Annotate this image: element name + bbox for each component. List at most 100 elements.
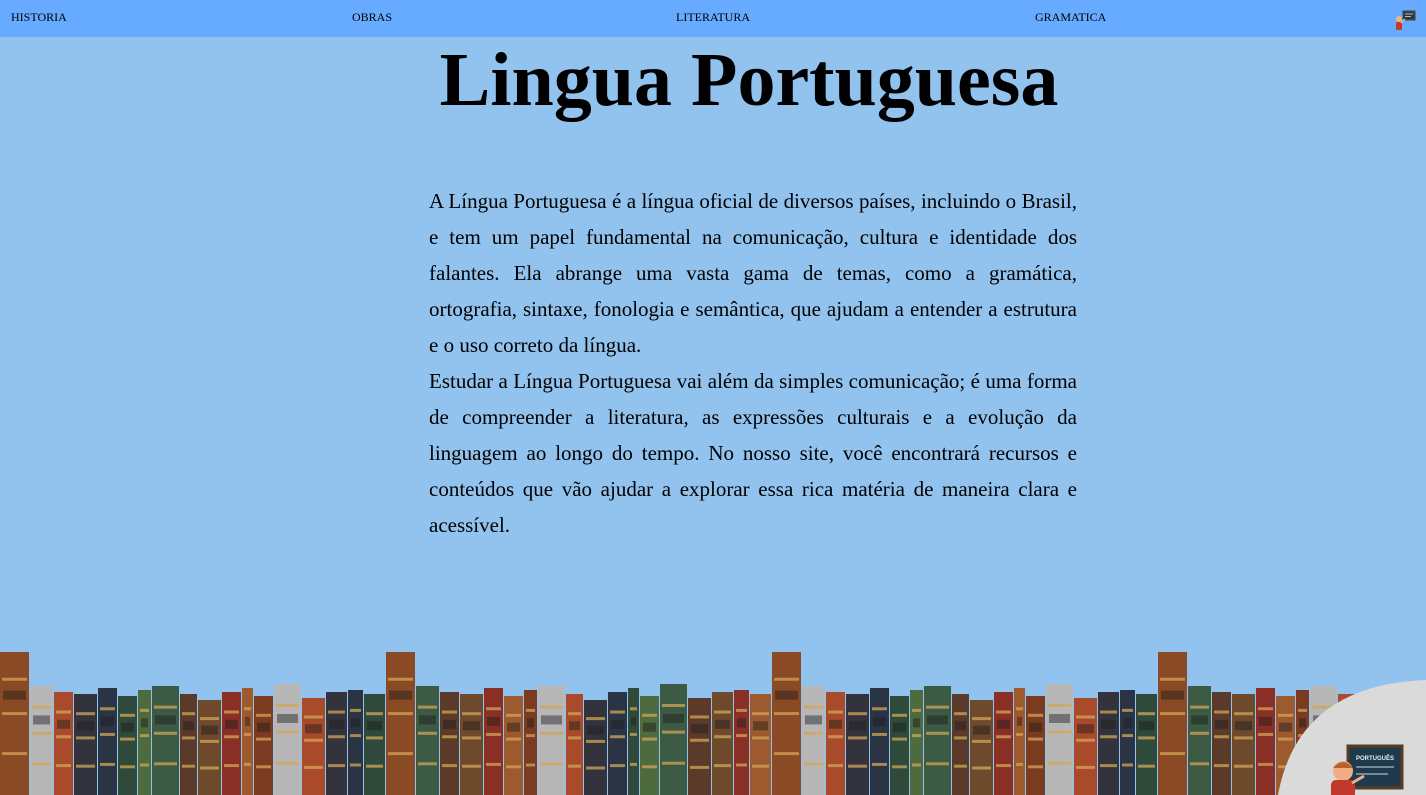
book-spine-band	[1214, 710, 1229, 714]
book-spine-label	[829, 719, 842, 729]
book-spine-band	[690, 715, 709, 719]
nav-link-gramatica[interactable]: GRAMATICA	[1035, 10, 1106, 24]
book-spine-band	[630, 707, 637, 711]
book-spine-label	[893, 722, 906, 732]
book-spine-label	[775, 690, 798, 700]
book-spine-band	[256, 737, 271, 741]
book-spine-band	[1160, 752, 1185, 756]
book-spine-band	[462, 736, 481, 740]
book-spine-band	[140, 734, 149, 738]
book-spine	[416, 686, 439, 795]
teacher-mascot-icon[interactable]: PORTUGUÊS	[1278, 680, 1426, 795]
book-spine-band	[1190, 731, 1209, 735]
book-spine	[30, 686, 53, 795]
book-spine	[54, 692, 73, 795]
book-spine-band	[1122, 734, 1133, 738]
book-spine	[910, 690, 923, 795]
book-spine-band	[276, 761, 299, 765]
book-spine-band	[848, 712, 867, 716]
book-spine-band	[926, 762, 949, 766]
book-spine-band	[586, 717, 605, 721]
book-spine-band	[540, 762, 563, 766]
book-spine-band	[912, 763, 921, 767]
book-spine-band	[568, 764, 581, 768]
book-spine-label	[587, 725, 604, 735]
book-spine-band	[1258, 762, 1273, 766]
book-spine-band	[224, 764, 239, 768]
book-spine-band	[350, 708, 361, 712]
book-spine-band	[912, 708, 921, 712]
book-spine	[1014, 688, 1025, 795]
book-spine	[924, 686, 951, 795]
book-spine	[608, 692, 627, 795]
book-spine-band	[996, 710, 1011, 714]
book-spine-band	[200, 739, 219, 743]
book-spine-band	[304, 738, 323, 742]
book-spine-label	[805, 715, 822, 725]
nav-link-historia[interactable]: HISTORIA	[11, 10, 67, 24]
book-spine-band	[304, 765, 323, 769]
book-spine	[826, 692, 845, 795]
book-spine-band	[848, 764, 867, 768]
book-spine-band	[442, 710, 457, 714]
book-spine-band	[366, 764, 383, 768]
book-spine-band	[714, 764, 731, 768]
book-spine-band	[442, 764, 457, 768]
book-spine-band	[76, 712, 95, 716]
book-spine	[484, 688, 503, 795]
book-spine-label	[913, 718, 920, 728]
book-spine-band	[926, 705, 949, 709]
book-spine	[364, 694, 385, 795]
book-spine-band	[736, 734, 747, 738]
book-spine-band	[328, 710, 345, 714]
book-spine-band	[1234, 736, 1253, 740]
book-spine-band	[100, 707, 115, 711]
book-spine-label	[57, 719, 70, 729]
book-spine-band	[1028, 765, 1043, 769]
book-spine-band	[100, 732, 115, 736]
book-spine-band	[462, 712, 481, 716]
book-spine-band	[1016, 762, 1023, 766]
book-spine-band	[32, 762, 51, 766]
book-spine-band	[154, 705, 177, 709]
book-spine-label	[1259, 716, 1272, 726]
book-spine-band	[1160, 677, 1185, 681]
book-spine-label	[277, 713, 298, 723]
book-spine	[1158, 652, 1187, 795]
book-spine-band	[1076, 738, 1095, 742]
book-spine	[772, 652, 801, 795]
book-spine-band	[1160, 712, 1185, 716]
book-spine-band	[256, 765, 271, 769]
book-spine-band	[1100, 735, 1117, 739]
book-spine-label	[997, 719, 1010, 729]
book-spine-band	[366, 736, 383, 740]
book-spine-band	[892, 737, 907, 741]
book-spine-band	[486, 732, 501, 736]
book-spine	[870, 688, 889, 795]
book-spine	[1212, 692, 1231, 795]
book-spine-band	[2, 677, 27, 681]
book-spine-band	[200, 717, 219, 721]
book-spine	[302, 698, 325, 795]
book-spine	[440, 692, 459, 795]
book-spine-band	[568, 712, 581, 716]
intro-paragraph-1: A Língua Portuguesa é a língua oficial d…	[429, 189, 1077, 357]
book-spine	[566, 694, 583, 795]
book-spine-label	[927, 715, 948, 725]
book-spine-band	[182, 736, 195, 740]
book-spine-band	[32, 731, 51, 735]
book-spine-label	[367, 721, 382, 731]
book-spine-label	[1215, 719, 1228, 729]
book-spine	[584, 700, 607, 795]
book-spine-band	[690, 765, 709, 769]
book-spine-label	[663, 713, 684, 723]
nav-link-obras[interactable]: OBRAS	[352, 10, 392, 24]
teacher-chalkboard-icon[interactable]	[1394, 9, 1416, 31]
book-spine-label	[1161, 690, 1184, 700]
book-spine-band	[244, 707, 251, 711]
book-spine-band	[418, 762, 437, 766]
nav-link-literatura[interactable]: LITERATURA	[676, 10, 750, 24]
book-spine-label	[1235, 721, 1252, 731]
book-spine-label	[1191, 715, 1208, 725]
book-spine	[152, 686, 179, 795]
